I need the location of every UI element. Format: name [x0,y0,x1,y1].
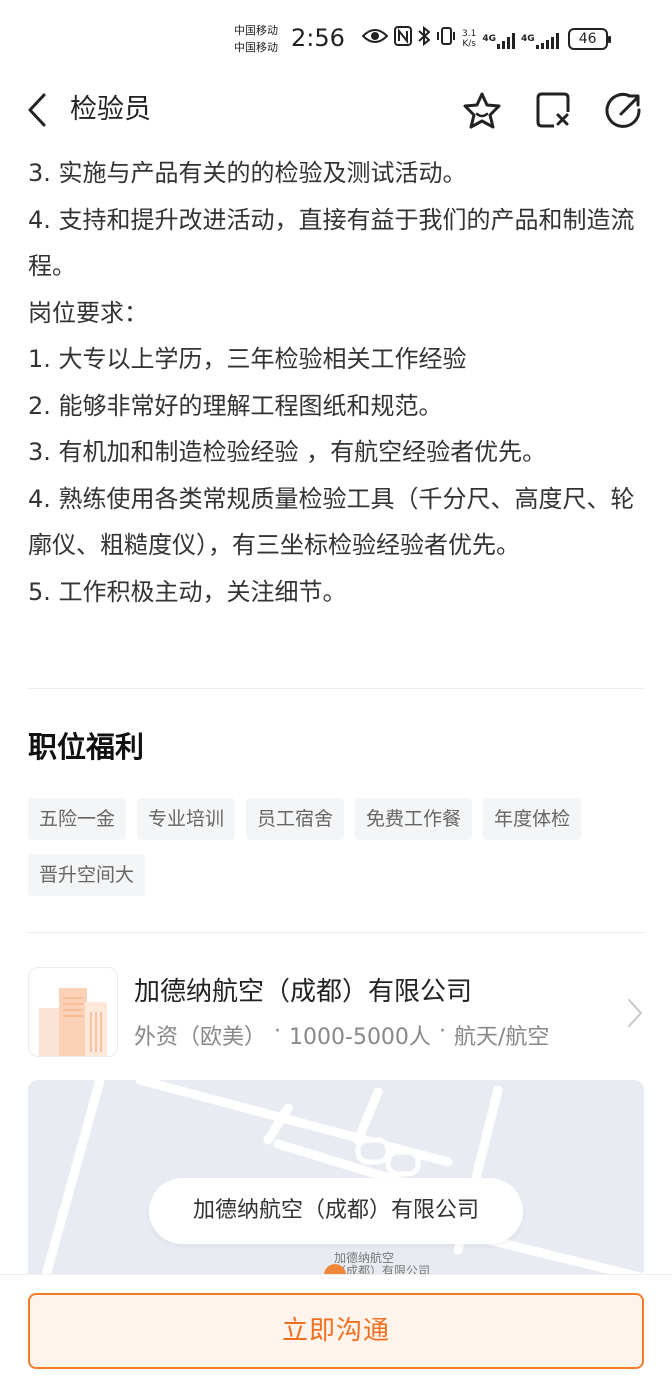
benefits-title: 职位福利 [28,730,145,764]
carrier-1: 中国移动 [234,24,278,37]
desc-line: 3. 实施与产品有关的的检验及测试活动。 [28,159,467,187]
desc-line: 2. 能够非常好的理解工程图纸和规范。 [28,391,443,420]
desc-line: 岗位要求： [28,298,148,327]
favorite-star-icon [463,92,501,129]
company-industry: 航天/航空 [453,1025,550,1050]
company-name: 加德纳航空（成都）有限公司 [134,977,473,1007]
desc-line: 5. 工作积极主动，关注细节。 [28,577,347,606]
desc-line: 1. 大专以上学历，三年检验相关工作经验 [28,345,467,373]
report-icon [536,92,570,128]
signal-1-icon: 4G [482,29,515,49]
bottom-action-bar: 立即沟通 [0,1274,672,1386]
benefit-tags: 五险一金 专业培训 员工宿舍 免费工作餐 年度体检 晋升空间大 [28,798,648,896]
favorite-button[interactable] [462,90,502,130]
carrier-labels: 中国移动 中国移动 [234,22,278,56]
meta-separator: · [274,1019,282,1044]
back-button[interactable] [24,92,54,128]
status-icons: 3.1 K/s 4G 4G 46 [361,25,611,51]
benefit-tag: 专业培训 [137,798,236,840]
eye-icon [361,27,389,50]
signal-2-icon: 4G [521,29,562,49]
benefit-tag: 年度体检 [483,798,582,840]
desc-line: 3. 有机加和制造检验经验 ，有航空经验者优先。 [28,438,547,466]
report-button[interactable] [534,90,574,130]
company-type: 外资（欧美） [134,1025,267,1050]
chevron-right-icon [628,999,643,1027]
location-map[interactable]: 加德纳航空（成都）有限公司 加德纳航空 （成都）有限公司 [28,1080,644,1290]
net-speed: 3.1 K/s [462,28,477,49]
divider [28,932,644,933]
nav-bar: 检验员 [0,78,672,144]
bluetooth-icon [418,25,431,51]
company-logo [28,967,118,1057]
job-description: 3. 实施与产品有关的的检验及测试活动。 4. 支持和提升改进活动，直接有益于我… [28,150,648,615]
meta-separator: · [438,1019,446,1044]
carrier-2: 中国移动 [234,41,278,54]
battery-icon: 46 [567,27,611,50]
benefit-tag: 免费工作餐 [355,798,473,840]
clock: 2:56 [291,24,345,52]
vibrate-icon [436,26,456,51]
divider [28,688,644,689]
share-button[interactable] [604,90,644,130]
benefit-tag: 五险一金 [28,798,127,840]
share-icon [605,92,641,128]
building-icon [39,988,107,1056]
back-arrow-icon [28,93,46,127]
map-location-label: 加德纳航空（成都）有限公司 [149,1178,523,1244]
benefit-tag: 晋升空间大 [28,854,146,896]
nfc-icon [394,26,412,51]
benefit-tag: 员工宿舍 [246,798,345,840]
company-meta: 外资（欧美） · 1000-5000人 · 航天/航空 [134,1019,549,1051]
chat-now-button[interactable]: 立即沟通 [28,1293,644,1369]
page-title: 检验员 [70,94,151,125]
desc-line: 4. 熟练使用各类常规质量检验工具（千分尺、高度尺、轮廓仪、粗糙度仪），有三坐标… [28,484,635,560]
company-card[interactable]: 加德纳航空（成都）有限公司 外资（欧美） · 1000-5000人 · 航天/航… [28,967,644,1059]
company-size: 1000-5000人 [289,1025,431,1050]
status-bar: 中国移动 中国移动 2:56 3.1 K/s 4G 4G 46 [0,0,672,78]
desc-line: 4. 支持和提升改进活动，直接有益于我们的产品和制造流程。 [28,205,635,281]
